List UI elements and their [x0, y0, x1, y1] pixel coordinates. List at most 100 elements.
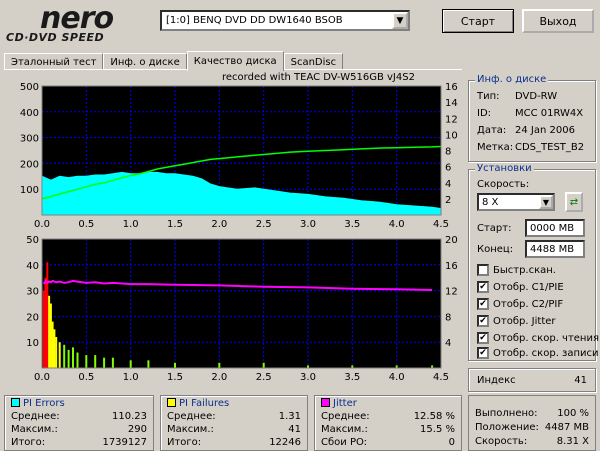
y2-tick-label: 10 — [445, 130, 458, 141]
refresh-speed-icon[interactable]: ⇄ — [565, 192, 583, 212]
show-pie-checkbox[interactable]: ✔ Отобр. C1/PIE — [477, 281, 564, 293]
x-tick-label: 0.5 — [78, 372, 94, 383]
y2-tick-label: 12 — [445, 287, 458, 298]
x-tick-label: 2.0 — [211, 372, 227, 383]
pi-failures-total: 12246 — [269, 437, 301, 448]
x-tick-label: 1.5 — [167, 219, 183, 230]
pi-failure-bar — [174, 362, 176, 368]
date-value: 24 Jan 2006 — [515, 125, 575, 136]
y2-tick-label: 20 — [445, 235, 458, 246]
done-value: 100 % — [557, 408, 589, 419]
disc-label-value: CDS_TEST_B2 — [515, 142, 585, 153]
show-jitter-checkbox[interactable]: ✔ Отобр. Jitter — [477, 315, 556, 327]
pi-failure-bar — [58, 342, 61, 368]
pi-failure-bar — [72, 347, 74, 368]
y2-tick-label: 4 — [445, 179, 451, 190]
speed-select[interactable]: 8 X ▼ — [477, 193, 555, 211]
progress-group: Выполнено: 100 % Положение: 4487 MB Скорос… — [468, 395, 596, 451]
index-group: Индекс 41 — [468, 368, 596, 392]
x-tick-label: 4.0 — [389, 219, 405, 230]
pi-failure-bar — [94, 355, 97, 368]
tab-disc-quality[interactable]: Качество диска — [186, 51, 284, 71]
check-icon[interactable]: ✔ — [477, 332, 489, 344]
index-value: 41 — [574, 375, 587, 386]
pi-errors-max-label: Максим.: — [11, 424, 58, 435]
disc-info-group: Инф. о диске Тип: DVD-RW ID: MCC 01RW4X … — [468, 74, 596, 162]
pi-failure-bar — [55, 337, 58, 368]
pi-failures-stats: PI Failures Среднее: 1.31 Максим.: 41 Итог… — [160, 395, 308, 451]
x-tick-label: 0.5 — [78, 219, 94, 230]
po-failures-label: Сбои PO: — [321, 437, 368, 448]
pi-failure-bar — [103, 357, 106, 368]
jitter-avg-label: Среднее: — [321, 411, 370, 422]
chevron-down-icon[interactable]: ▼ — [539, 195, 553, 209]
check-icon[interactable]: ✔ — [477, 281, 489, 293]
checkbox-box[interactable] — [477, 264, 489, 276]
quick-scan-checkbox[interactable]: Быстр.скан. — [477, 264, 556, 276]
pi-failure-bar — [85, 355, 88, 368]
jitter-title-text: Jitter — [333, 398, 357, 409]
show-pif-checkbox[interactable]: ✔ Отобр. C2/PIF — [477, 298, 563, 310]
speed-label: Скорость: — [477, 179, 530, 190]
checkbox-label: Отобр. скор. чтения — [493, 332, 599, 344]
start-mb-input[interactable]: 0000 MB — [525, 219, 585, 237]
date-label: Дата: — [477, 125, 507, 136]
show-write-speed-checkbox[interactable]: ✔ Отобр. скор. записи — [477, 347, 599, 359]
pi-failure-bar — [147, 360, 150, 368]
id-label: ID: — [477, 108, 492, 119]
y-tick-label: 40 — [26, 261, 39, 272]
x-tick-label: 1.5 — [167, 372, 183, 383]
x-tick-label: 3.0 — [300, 372, 316, 383]
x-tick-label: 3.0 — [300, 219, 316, 230]
disc-info-title: Инф. о диске — [475, 74, 549, 85]
pi-errors-max: 290 — [127, 424, 147, 435]
end-mb-input[interactable]: 4488 MB — [525, 240, 585, 258]
check-icon[interactable]: ✔ — [477, 298, 489, 310]
pi-failure-bar — [53, 329, 56, 368]
start-mb-label: Старт: — [477, 223, 512, 234]
position-label: Положение: — [475, 422, 539, 433]
x-tick-label: 4.5 — [433, 372, 449, 383]
pi-failure-bar — [46, 262, 49, 368]
speed-select-value: 8 X — [482, 196, 499, 208]
pi-errors-stats: PI Errors Среднее: 110.23 Максим.: 290 Ито… — [4, 395, 154, 451]
x-tick-label: 1.0 — [123, 219, 139, 230]
checkbox-label: Отобр. скор. записи — [493, 347, 599, 359]
jitter-stats: Jitter Среднее: 12.58 % Максим.: 15.5 % Сб… — [314, 395, 462, 451]
x-tick-label: 3.5 — [344, 219, 360, 230]
y-tick-label: 20 — [26, 312, 39, 323]
pi-failure-bar — [262, 362, 265, 368]
exit-button[interactable]: Выход — [522, 9, 594, 33]
jitter-avg: 12.58 % — [413, 411, 455, 422]
y2-tick-label: 4 — [445, 338, 451, 349]
check-icon[interactable]: ✔ — [477, 315, 489, 327]
pi-failures-legend-icon — [167, 398, 176, 407]
checkbox-label: Отобр. C1/PIE — [493, 281, 564, 293]
pi-failure-bar — [76, 352, 79, 368]
pi-failure-bar — [129, 360, 132, 368]
jitter-title: Jitter — [321, 398, 357, 409]
type-value: DVD-RW — [515, 91, 558, 102]
pi-failures-title-text: PI Failures — [179, 398, 230, 409]
y-tick-label: 500 — [20, 82, 39, 93]
check-icon[interactable]: ✔ — [477, 347, 489, 359]
show-read-speed-checkbox[interactable]: ✔ Отобр. скор. чтения — [477, 332, 599, 344]
position-value: 4487 MB — [544, 422, 589, 433]
po-failures-value: 0 — [448, 437, 455, 448]
pi-failures-avg: 1.31 — [278, 411, 301, 422]
x-tick-label: 0.0 — [34, 372, 50, 383]
y2-tick-label: 8 — [445, 147, 451, 158]
type-label: Тип: — [477, 91, 500, 102]
x-tick-label: 2.5 — [256, 372, 272, 383]
pi-failure-bar — [51, 321, 54, 368]
settings-group: Установки Скорость: 8 X ▼ ⇄ Старт: 0000 … — [468, 163, 599, 361]
pi-failure-bar — [48, 295, 51, 368]
plot-area — [42, 239, 441, 368]
x-tick-label: 1.0 — [123, 372, 139, 383]
y2-tick-label: 16 — [445, 82, 458, 93]
x-tick-label: 4.5 — [433, 219, 449, 230]
pi-errors-chart: 0.0 0.5 1.0 1.5 2.0 2.5 3.0 3.5 4.0 4.5 100 200 300 4… — [20, 82, 458, 230]
pi-failures-chart: 0.0 0.5 1.0 1.5 2.0 2.5 3.0 3.5 4.0 4.5 10 20 30 40 50… — [26, 235, 457, 383]
pi-errors-avg: 110.23 — [112, 411, 147, 422]
x-tick-label: 0.0 — [34, 219, 50, 230]
